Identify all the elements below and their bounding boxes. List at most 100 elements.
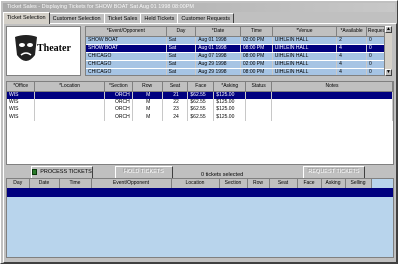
col-asking[interactable]: *Asking [213, 82, 247, 92]
ticket-row-selected[interactable]: WIS ORCH M 21 $62.55 $125.00 [7, 91, 393, 99]
ticket-icon [32, 168, 38, 175]
col-notes[interactable]: Notes [271, 82, 393, 92]
event-row[interactable]: SHOW BOAT Sat Aug 01 1998 02:00 PM UIHLE… [86, 36, 391, 45]
event-cell: SHOW BOAT [86, 36, 167, 45]
event-row[interactable]: CHICAGO Sat Aug 29 1998 02:00 PM UIHLEIN… [86, 60, 391, 69]
ticket-cell: $62.55 [187, 106, 215, 114]
ticket-cell: $125.00 [213, 113, 247, 121]
event-cell: 02:00 PM [240, 36, 273, 45]
events-table: *Event/Opponent Day *Date Time *Venue *A… [86, 27, 391, 75]
event-cell: 08:00 PM [240, 52, 273, 61]
ticket-cell: M [132, 106, 163, 114]
col-row[interactable]: Row [132, 82, 163, 92]
col-face[interactable]: Face [187, 82, 215, 92]
ticket-cell [245, 113, 273, 121]
ticket-cell [271, 91, 393, 99]
ticket-cell: $125.00 [213, 91, 247, 99]
ticket-cell: WIS [7, 106, 36, 114]
events-grid: *Event/Opponent Day *Date Time *Venue *A… [85, 26, 392, 76]
event-cell: Sat [166, 36, 197, 45]
event-cell: Aug 01 1998 [195, 44, 241, 53]
col-available[interactable]: *Available [336, 27, 367, 37]
col-day[interactable]: Day [7, 179, 30, 189]
event-cell: Aug 01 1998 [195, 36, 241, 45]
scroll-up-arrow-icon[interactable]: ▲ [385, 26, 392, 33]
events-vertical-scrollbar[interactable]: ▲ ▼ [384, 26, 392, 76]
col-asking[interactable]: Asking [321, 179, 346, 189]
ticket-cell: $62.55 [187, 98, 215, 106]
col-face[interactable]: Face [297, 179, 322, 189]
ticket-cell: $62.55 [187, 113, 215, 121]
ticket-cell: 24 [162, 113, 189, 121]
ticket-cell: WIS [7, 98, 36, 106]
ticket-cell: M [132, 91, 163, 99]
event-cell: CHICAGO [86, 52, 167, 61]
event-cell: UIHLEIN HALL [272, 68, 338, 75]
ticket-cell: ORCH [104, 106, 133, 114]
ticket-sales-window: Ticket Sales - Displaying Tickets for SH… [0, 0, 398, 264]
ticket-cell: 22 [162, 98, 189, 106]
col-time[interactable]: Time [240, 27, 273, 37]
theater-logo: Theater [6, 26, 81, 76]
col-seat[interactable]: Seat [269, 179, 298, 189]
event-cell: 4 [336, 68, 367, 75]
ticket-cell [34, 98, 105, 106]
event-cell: Aug 29 1998 [195, 60, 241, 69]
cart-selection-row[interactable] [7, 188, 393, 197]
ticket-row[interactable]: WIS ORCH M 24 $62.55 $125.00 [7, 113, 393, 121]
event-cell: UIHLEIN HALL [272, 52, 338, 61]
logo-text: Theater [37, 43, 71, 54]
hold-tickets-label: HOLD TICKETS [124, 169, 164, 175]
ticket-cell: M [132, 98, 163, 106]
ticket-row[interactable]: WIS ORCH M 23 $62.55 $125.00 [7, 106, 393, 114]
ticket-cell: ORCH [104, 91, 133, 99]
tickets-table: *Office *Location *Section Row Seat Face… [7, 82, 393, 121]
col-event[interactable]: Event/Opponent [91, 179, 172, 189]
ticket-cell [271, 113, 393, 121]
event-cell: UIHLEIN HALL [272, 44, 338, 53]
event-cell: Sat [166, 44, 197, 53]
event-cell: Sat [166, 68, 197, 75]
col-date[interactable]: *Date [195, 27, 241, 37]
ticket-cell [34, 106, 105, 114]
col-office[interactable]: *Office [7, 82, 36, 92]
col-date[interactable]: Date [29, 179, 60, 189]
tickets-grid: *Office *Location *Section Row Seat Face… [6, 81, 394, 165]
col-section[interactable]: Section [219, 179, 248, 189]
col-seat[interactable]: Seat [162, 82, 189, 92]
ticket-cell [34, 91, 105, 99]
col-location[interactable]: *Location [34, 82, 105, 92]
request-tickets-label: REQUEST TICKETS [308, 169, 360, 175]
col-event[interactable]: *Event/Opponent [86, 27, 167, 37]
col-row[interactable]: Row [247, 179, 270, 189]
ticket-cell: WIS [7, 91, 36, 99]
ticket-cell [271, 98, 393, 106]
col-status[interactable]: Status [245, 82, 273, 92]
ticket-cell [245, 91, 273, 99]
event-cell: 02:00 PM [240, 60, 273, 69]
tab-ticket-selection[interactable]: Ticket Selection [3, 12, 50, 24]
cart-header-row: Day Date Time Event/Opponent Location Se… [7, 179, 372, 189]
col-selling[interactable]: Selling [345, 179, 372, 189]
event-cell: SHOW BOAT [86, 44, 167, 53]
event-cell: Sat [166, 52, 197, 61]
ticket-cell: ORCH [104, 98, 133, 106]
event-row-selected[interactable]: SHOW BOAT Sat Aug 01 1998 08:00 PM UIHLE… [86, 44, 391, 53]
event-row[interactable]: CHICAGO Sat Aug 07 1998 08:00 PM UIHLEIN… [86, 52, 391, 61]
col-time[interactable]: Time [59, 179, 92, 189]
col-location[interactable]: Location [171, 179, 220, 189]
event-cell: UIHLEIN HALL [272, 36, 338, 45]
drama-masks-icon [15, 35, 37, 61]
event-cell: 08:00 PM [240, 68, 273, 75]
events-header-row: *Event/Opponent Day *Date Time *Venue *A… [86, 27, 391, 37]
scroll-down-arrow-icon[interactable]: ▼ [385, 69, 392, 76]
col-day[interactable]: Day [166, 27, 197, 37]
event-row[interactable]: CHICAGO Sat Aug 29 1998 08:00 PM UIHLEIN… [86, 68, 391, 75]
col-venue[interactable]: *Venue [272, 27, 338, 37]
event-cell: 2 [336, 36, 367, 45]
ticket-row[interactable]: WIS ORCH M 22 $62.55 $125.00 [7, 98, 393, 106]
ticket-cell: $125.00 [213, 98, 247, 106]
col-section[interactable]: *Section [104, 82, 133, 92]
event-cell: 4 [336, 60, 367, 69]
event-cell: 4 [336, 44, 367, 53]
